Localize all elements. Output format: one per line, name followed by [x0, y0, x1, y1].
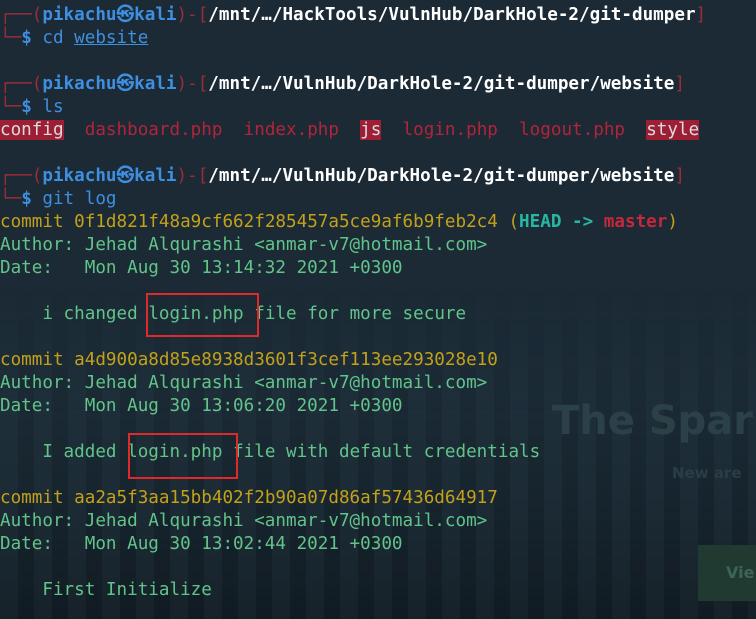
date-line: Date: Mon Aug 30 13:02:44 2021 +0300: [0, 534, 403, 554]
ls-dir-js: js: [360, 120, 382, 140]
commit-line: commit 0f1d821f48a9cf662f285457a5ce9af6b…: [0, 212, 678, 232]
ls-file: dashboard.php: [84, 120, 223, 140]
commit-message: I added login.php file with default cred…: [42, 442, 541, 462]
prompt-line: ┌──(pikachu㉿kali)-[/mnt/…/HackTools/Vuln…: [0, 5, 707, 25]
command-line: └─$ ls: [0, 97, 64, 117]
ls-file: login.php: [402, 120, 498, 140]
author-line: Author: Jehad Alqurashi <anmar-v7@hotmai…: [0, 511, 488, 531]
ls-dir-style: style: [646, 120, 700, 140]
command-line: └─$ git log: [0, 189, 117, 209]
command-line: └─$ cd website: [0, 28, 149, 48]
ls-file: index.php: [243, 120, 339, 140]
author-line: Author: Jehad Alqurashi <anmar-v7@hotmai…: [0, 235, 488, 255]
ls-file: logout.php: [519, 120, 626, 140]
author-line: Author: Jehad Alqurashi <anmar-v7@hotmai…: [0, 373, 488, 393]
annotation-box: [128, 433, 238, 479]
annotation-box: [146, 293, 259, 337]
commit-line: commit aa2a5f3aa15bb402f2b90a07d86af5743…: [0, 488, 498, 508]
ls-output: config dashboard.php index.php js login.…: [0, 119, 700, 142]
date-line: Date: Mon Aug 30 13:14:32 2021 +0300: [0, 258, 403, 278]
prompt-line: ┌──(pikachu㉿kali)-[/mnt/…/VulnHub/DarkHo…: [0, 166, 685, 186]
ls-dir-config: config: [0, 120, 64, 140]
date-line: Date: Mon Aug 30 13:06:20 2021 +0300: [0, 396, 403, 416]
commit-line: commit a4d900a8d85e8938d3601f3cef113ee29…: [0, 350, 498, 370]
terminal-output[interactable]: ┌──(pikachu㉿kali)-[/mnt/…/HackTools/Vuln…: [0, 0, 756, 619]
prompt-line: ┌──(pikachu㉿kali)-[/mnt/…/VulnHub/DarkHo…: [0, 74, 685, 94]
commit-message: First Initialize: [42, 580, 212, 600]
